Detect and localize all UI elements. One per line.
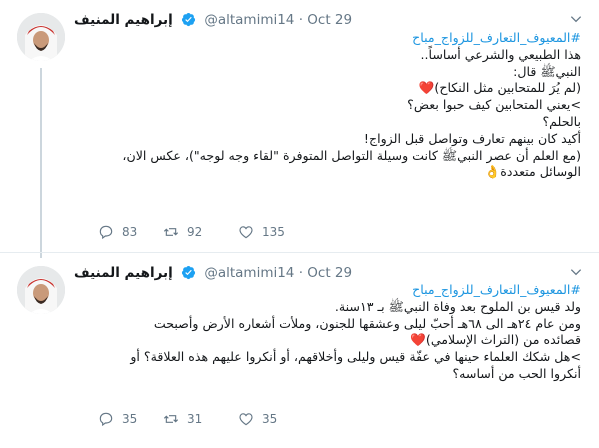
tweet-date[interactable]: Oct 29 — [307, 265, 352, 281]
like-count: 35 — [262, 412, 278, 426]
tweet-line: ولد قيس بن الملوح بعد وفاة النبيﷺ بـ ١٣س… — [334, 298, 581, 314]
tweet-line: النبيﷺ قال: — [513, 63, 581, 79]
like-button[interactable]: 135 — [238, 224, 285, 240]
like-button[interactable]: 35 — [238, 411, 277, 427]
retweet-button[interactable]: 92 — [163, 224, 202, 240]
tweet-line: >هل شكك العلماء حينها في عفّة قيس وليلى … — [130, 349, 581, 365]
tweet-line: الوسائل متعددة👌 — [484, 164, 581, 180]
chevron-down-icon[interactable] — [569, 12, 583, 26]
like-icon — [239, 413, 253, 426]
reply-button[interactable]: 83 — [98, 224, 137, 240]
like-count: 135 — [262, 225, 285, 239]
reply-icon — [99, 225, 113, 240]
author-handle[interactable]: @altamimi14 — [204, 265, 294, 281]
tweet[interactable]: إبراهيم المنيف @altamimi14 · Oct 29 #الم… — [0, 0, 599, 258]
author-name[interactable]: إبراهيم المنيف — [74, 265, 173, 281]
retweet-count: 31 — [187, 412, 203, 426]
avatar[interactable] — [17, 13, 65, 61]
reply-icon — [99, 412, 113, 427]
retweet-button[interactable]: 31 — [163, 411, 202, 427]
tweet-line: ومن عام ٢٤هـ الى ٦٨هـ أحبّ ليلى وعشقها ل… — [153, 315, 581, 331]
tweet-header: إبراهيم المنيف @altamimi14 · Oct 29 — [74, 12, 583, 32]
retweet-icon — [163, 415, 179, 423]
reply-count: 35 — [122, 412, 138, 426]
tweet-text: #المعيوف_التعارف_للزواج_مباح هذا الطبيعي… — [74, 30, 581, 181]
tweet-date[interactable]: Oct 29 — [307, 12, 352, 28]
retweet-count: 92 — [187, 225, 203, 239]
like-icon — [239, 226, 253, 239]
hashtag-link[interactable]: #المعيوف_التعارف_للزواج_مباح — [74, 282, 581, 299]
tweet-actions: 83 92 135 — [98, 224, 338, 244]
chevron-down-icon[interactable] — [569, 265, 583, 279]
reply-button[interactable]: 35 — [98, 411, 137, 427]
tweet-actions: 35 31 35 — [98, 411, 338, 431]
tweet-line: (لم يُرَ للمتحابين مثل النكاح)❤️ — [418, 80, 581, 96]
thread-line — [40, 68, 42, 258]
separator: · — [298, 12, 303, 28]
verified-icon — [181, 12, 196, 27]
tweet-line: >يعني المتحابين كيف حبوا بعض؟ — [407, 97, 581, 113]
tweet-line: أنكروا الحب من أساسه؟ — [452, 365, 581, 381]
retweet-icon — [163, 228, 179, 236]
author-handle[interactable]: @altamimi14 — [204, 12, 294, 28]
tweet-line: بالحلم؟ — [542, 113, 581, 129]
tweet-text: #المعيوف_التعارف_للزواج_مباح ولد قيس بن … — [74, 282, 581, 383]
tweet-line: قصائده من (التراث الإسلامي)❤️ — [410, 332, 581, 348]
tweet-line: (مع العلم أن عصر النبيﷺ كانت وسيلة التوا… — [122, 147, 581, 163]
avatar[interactable] — [17, 266, 65, 314]
reply-count: 83 — [122, 225, 138, 239]
tweet[interactable]: إبراهيم المنيف @altamimi14 · Oct 29 #الم… — [0, 252, 599, 448]
separator: · — [298, 265, 303, 281]
tweet-line: هذا الطبيعي والشرعي أساساً.. — [420, 46, 582, 62]
verified-icon — [181, 265, 196, 280]
tweet-line: أكيد كان بينهم تعارف وتواصل قبل الزواج! — [363, 130, 581, 146]
author-name[interactable]: إبراهيم المنيف — [74, 12, 173, 28]
hashtag-link[interactable]: #المعيوف_التعارف_للزواج_مباح — [74, 30, 581, 47]
